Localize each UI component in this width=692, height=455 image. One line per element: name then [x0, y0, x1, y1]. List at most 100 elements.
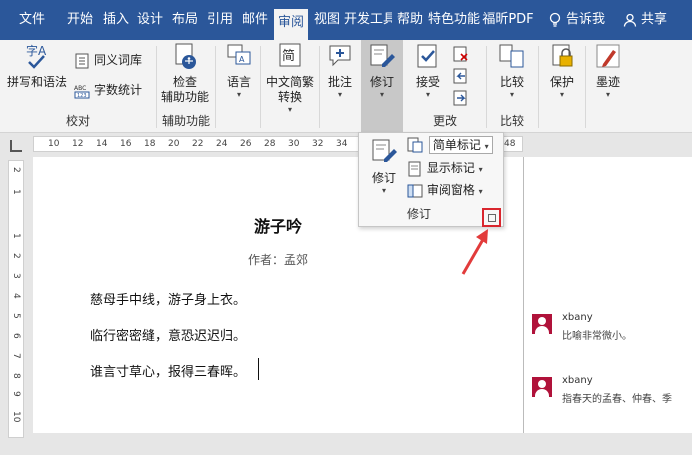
- lightbulb-icon: [549, 12, 561, 27]
- ribbon: 字A 拼写和语法 同义词库 ABC 123 字数统计 校对 检查 辅助功能 辅助功能…: [0, 40, 692, 133]
- chevron-down-icon: ▾: [509, 90, 514, 99]
- ruler-tick: 2: [11, 253, 21, 259]
- reviewing-pane-icon: [407, 184, 423, 197]
- chevron-down-icon: ▾: [381, 186, 386, 195]
- status-bar-edge: [0, 438, 692, 455]
- group-separator: [260, 46, 261, 128]
- comments-button[interactable]: 批注 ▾: [321, 42, 359, 100]
- group-separator: [538, 46, 539, 128]
- word-count-button[interactable]: ABC 123 字数统计: [74, 80, 142, 100]
- thesaurus-label: 同义词库: [94, 53, 143, 67]
- changes-group: 接受 ▾ 更改: [405, 40, 485, 133]
- protect-button[interactable]: 保护 ▾: [542, 42, 582, 100]
- tab-foxit-pdf[interactable]: 福昕PDF: [482, 0, 534, 40]
- next-change-icon[interactable]: [453, 90, 469, 106]
- compare-button[interactable]: 比较 ▾: [493, 42, 531, 100]
- ruler-tick: 24: [216, 139, 228, 149]
- check-line1: 检查: [172, 75, 197, 89]
- markup-mode-row: 简单标记 ▾: [407, 136, 493, 154]
- accessibility-group-label: 辅助功能: [161, 114, 210, 128]
- ruler-tick: 18: [144, 139, 156, 149]
- language-icon: A: [227, 44, 251, 65]
- chinese-convert-button[interactable]: 简 中文简繁 转换 ▾: [262, 42, 318, 115]
- svg-text:简: 简: [282, 48, 295, 64]
- tab-insert[interactable]: 插入: [100, 0, 132, 40]
- comment-text: 指春天的孟春、仲春、季: [562, 394, 672, 405]
- track-changes-label: 修订: [371, 171, 396, 185]
- accept-button[interactable]: 接受 ▾: [409, 42, 447, 100]
- tab-view[interactable]: 视图: [310, 0, 344, 40]
- ruler-tick: 30: [288, 139, 300, 149]
- tab-design[interactable]: 设计: [134, 0, 166, 40]
- ruler-tick: 1: [11, 189, 21, 195]
- ribbon-tab-bar: 文件 开始 插入 设计 布局 引用 邮件 审阅 视图 开发工具 帮助 特色功能 …: [0, 0, 692, 40]
- chevron-down-icon: ▾: [478, 187, 483, 196]
- tracking-button[interactable]: 修订 ▾: [361, 40, 403, 132]
- compare-group: 比较 ▾ 比较: [487, 40, 537, 133]
- markup-mode-select[interactable]: 简单标记 ▾: [428, 136, 493, 154]
- previous-change-icon[interactable]: [453, 68, 469, 84]
- track-changes-button[interactable]: 修订 ▾: [363, 137, 405, 196]
- tab-home[interactable]: 开始: [62, 0, 98, 40]
- track-changes-icon: [372, 139, 397, 162]
- comment-author: xbany: [562, 312, 593, 323]
- pen-icon: [596, 44, 620, 68]
- vertical-ruler[interactable]: 2 1 1 2 3 4 5 6 7 8 9 10: [8, 160, 24, 438]
- compare-icon: [499, 44, 524, 68]
- tracking-options-launcher[interactable]: [482, 208, 501, 227]
- svg-text:123: 123: [77, 93, 87, 99]
- tab-review[interactable]: 审阅: [274, 9, 308, 40]
- group-separator: [319, 46, 320, 128]
- compare-group-label: 比较: [499, 114, 524, 128]
- tab-developer[interactable]: 开发工具: [344, 0, 392, 40]
- check-accessibility-button[interactable]: 检查 辅助功能: [157, 42, 213, 105]
- chevron-down-icon: ▾: [559, 90, 564, 99]
- language-label: 语言: [226, 75, 251, 89]
- svg-text:ABC: ABC: [74, 85, 86, 92]
- language-button[interactable]: A 语言 ▾: [218, 42, 260, 100]
- track-changes-icon: [370, 44, 395, 67]
- chevron-down-icon: ▾: [605, 90, 610, 99]
- accessibility-icon: [175, 43, 196, 69]
- thesaurus-icon: [75, 53, 89, 68]
- ruler-tick: 5: [11, 313, 21, 319]
- poem-line: 临行密密缝，意恐迟迟归。: [90, 329, 247, 344]
- thesaurus-button[interactable]: 同义词库: [74, 50, 142, 70]
- ruler-tick: 9: [11, 391, 21, 397]
- reject-icon[interactable]: [453, 46, 469, 62]
- tab-stop-selector[interactable]: [10, 140, 22, 152]
- ruler-tick: 12: [72, 139, 84, 149]
- tab-special-features[interactable]: 特色功能: [428, 0, 480, 40]
- chevron-down-icon: ▾: [379, 90, 384, 99]
- chevron-down-icon: ▾: [478, 165, 483, 174]
- spelling-button[interactable]: 字A 拼写和语法: [6, 42, 68, 90]
- ruler-tick: 6: [11, 333, 21, 339]
- markup-mode-icon: [407, 137, 423, 153]
- chevron-down-icon: ▾: [337, 90, 342, 99]
- accept-icon: [417, 44, 437, 68]
- ruler-tick: 10: [11, 411, 21, 423]
- tell-me-box[interactable]: 告诉我: [548, 0, 605, 40]
- ink-button[interactable]: 墨迹 ▾: [588, 42, 628, 100]
- tab-mailings[interactable]: 邮件: [238, 0, 272, 40]
- show-markup-button[interactable]: 显示标记 ▾: [407, 159, 483, 177]
- ruler-tick: 20: [168, 139, 180, 149]
- comments-pane: xbany 比喻非常微小。 xbany 指春天的孟春、仲春、季: [524, 157, 692, 433]
- ruler-tick: 34: [336, 139, 348, 149]
- compare-label: 比较: [499, 75, 524, 89]
- dialog-launcher-icon: [488, 214, 496, 222]
- tab-layout[interactable]: 布局: [168, 0, 202, 40]
- chevron-down-icon: ▾: [425, 90, 430, 99]
- avatar: [532, 314, 552, 334]
- convert-chinese-icon: 简: [279, 43, 301, 67]
- annotation-arrow: [461, 229, 488, 275]
- tab-references[interactable]: 引用: [204, 0, 236, 40]
- reviewing-pane-button[interactable]: 审阅窗格 ▾: [407, 181, 483, 199]
- share-button[interactable]: 共享: [623, 0, 667, 40]
- tab-help[interactable]: 帮助: [394, 0, 426, 40]
- ruler-tick: 14: [96, 139, 108, 149]
- tab-file[interactable]: 文件: [10, 0, 54, 40]
- text-cursor: [258, 358, 259, 380]
- check-line2: 辅助功能: [160, 90, 209, 104]
- reviewing-pane-label: 审阅窗格: [426, 183, 475, 197]
